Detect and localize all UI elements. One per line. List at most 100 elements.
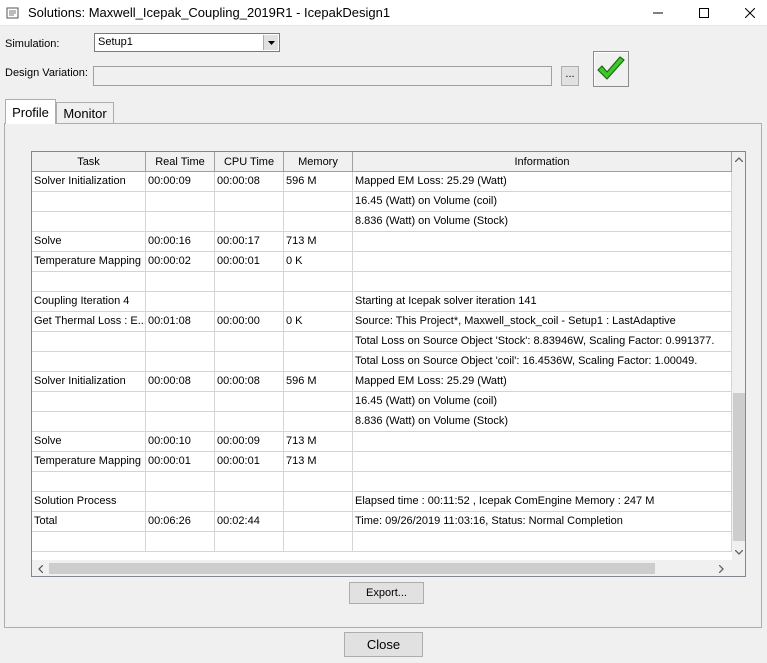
cell-real-time: 00:01:08 bbox=[146, 312, 215, 332]
cell-real-time: 00:00:01 bbox=[146, 452, 215, 472]
chevron-down-icon bbox=[267, 40, 275, 45]
horizontal-scrollbar[interactable] bbox=[32, 560, 732, 576]
table-row[interactable]: Total Loss on Source Object 'coil': 16.4… bbox=[32, 352, 732, 372]
cell-task: Temperature Mapping bbox=[32, 452, 146, 472]
cell-cpu-time bbox=[215, 532, 284, 552]
vertical-scrollbar[interactable] bbox=[732, 152, 745, 560]
maximize-button[interactable] bbox=[681, 0, 727, 26]
cell-information bbox=[353, 432, 732, 452]
cell-memory bbox=[284, 352, 353, 372]
cell-task bbox=[32, 192, 146, 212]
table-row[interactable]: 8.836 (Watt) on Volume (Stock) bbox=[32, 212, 732, 232]
cell-task bbox=[32, 472, 146, 492]
table-row[interactable]: Temperature Mapping 00:00:01 00:00:01 713 M bbox=[32, 452, 732, 472]
table-row[interactable]: 16.45 (Watt) on Volume (coil) bbox=[32, 192, 732, 212]
cell-memory bbox=[284, 332, 353, 352]
cell-task bbox=[32, 352, 146, 372]
cell-memory bbox=[284, 512, 353, 532]
cell-task: Temperature Mapping bbox=[32, 252, 146, 272]
table-row[interactable]: Solver Initialization 00:00:08 00:00:08 596… bbox=[32, 372, 732, 392]
cell-task bbox=[32, 412, 146, 432]
close-window-button[interactable] bbox=[727, 0, 767, 26]
cell-cpu-time bbox=[215, 392, 284, 412]
column-header-task[interactable]: Task bbox=[32, 152, 146, 172]
cell-memory bbox=[284, 192, 353, 212]
cell-information: 8.836 (Watt) on Volume (Stock) bbox=[353, 412, 732, 432]
cell-cpu-time: 00:00:17 bbox=[215, 232, 284, 252]
cell-cpu-time bbox=[215, 212, 284, 232]
cell-task bbox=[32, 532, 146, 552]
cell-cpu-time: 00:00:01 bbox=[215, 252, 284, 272]
cell-cpu-time bbox=[215, 292, 284, 312]
table-row[interactable]: Total Loss on Source Object 'Stock': 8.8… bbox=[32, 332, 732, 352]
vertical-scroll-thumb[interactable] bbox=[733, 393, 745, 541]
tab-profile[interactable]: Profile bbox=[5, 99, 56, 124]
cell-memory bbox=[284, 272, 353, 292]
cell-information: Elapsed time : 00:11:52 , Icepak ComEngi… bbox=[353, 492, 732, 512]
table-row[interactable]: Solve 00:00:16 00:00:17 713 M bbox=[32, 232, 732, 252]
cell-cpu-time bbox=[215, 352, 284, 372]
cell-real-time bbox=[146, 532, 215, 552]
column-header-information[interactable]: Information bbox=[353, 152, 732, 172]
table-row[interactable]: Total 00:06:26 00:02:44 Time: 09/26/2019 11… bbox=[32, 512, 732, 532]
cell-memory: 713 M bbox=[284, 432, 353, 452]
dropdown-button[interactable] bbox=[263, 35, 278, 50]
table-row[interactable]: Solver Initialization 00:00:09 00:00:08 596… bbox=[32, 172, 732, 192]
column-header-memory[interactable]: Memory bbox=[284, 152, 353, 172]
scroll-down-button[interactable] bbox=[732, 545, 745, 559]
cell-task: Solver Initialization bbox=[32, 172, 146, 192]
chevron-down-icon bbox=[735, 549, 743, 555]
tab-monitor[interactable]: Monitor bbox=[56, 102, 114, 124]
column-header-cpu-time[interactable]: CPU Time bbox=[215, 152, 284, 172]
minimize-button[interactable] bbox=[635, 0, 681, 26]
table-body: Solver Initialization 00:00:09 00:00:08 596… bbox=[32, 172, 732, 552]
cell-real-time bbox=[146, 192, 215, 212]
table-row[interactable] bbox=[32, 532, 732, 552]
column-header-real-time[interactable]: Real Time bbox=[146, 152, 215, 172]
chevron-left-icon bbox=[38, 564, 43, 573]
table-row[interactable]: Coupling Iteration 4 Starting at Icepak s… bbox=[32, 292, 732, 312]
design-variation-browse-button[interactable]: ... bbox=[561, 66, 579, 86]
cell-cpu-time bbox=[215, 472, 284, 492]
table-row[interactable]: 8.836 (Watt) on Volume (Stock) bbox=[32, 412, 732, 432]
cell-cpu-time: 00:02:44 bbox=[215, 512, 284, 532]
table-row[interactable]: Temperature Mapping 00:00:02 00:00:01 0 K bbox=[32, 252, 732, 272]
cell-real-time: 00:00:16 bbox=[146, 232, 215, 252]
close-button[interactable]: Close bbox=[344, 632, 423, 657]
cell-memory bbox=[284, 532, 353, 552]
cell-memory bbox=[284, 492, 353, 512]
cell-real-time bbox=[146, 272, 215, 292]
cell-cpu-time bbox=[215, 492, 284, 512]
table-row[interactable] bbox=[32, 472, 732, 492]
cell-real-time bbox=[146, 292, 215, 312]
table-row[interactable]: Get Thermal Loss : E... 00:01:08 00:00:00 0… bbox=[32, 312, 732, 332]
cell-real-time bbox=[146, 332, 215, 352]
cell-memory: 596 M bbox=[284, 172, 353, 192]
table-row[interactable]: Solution Process Elapsed time : 00:11:52 … bbox=[32, 492, 732, 512]
table-row[interactable] bbox=[32, 272, 732, 292]
table-row[interactable]: Solve 00:00:10 00:00:09 713 M bbox=[32, 432, 732, 452]
window-title: Solutions: Maxwell_Icepak_Coupling_2019R… bbox=[28, 5, 391, 20]
close-icon bbox=[745, 8, 755, 18]
cell-cpu-time bbox=[215, 272, 284, 292]
maximize-icon bbox=[699, 8, 709, 18]
cell-information: 16.45 (Watt) on Volume (coil) bbox=[353, 192, 732, 212]
cell-task: Solve bbox=[32, 432, 146, 452]
scroll-left-button[interactable] bbox=[32, 560, 49, 576]
export-button[interactable]: Export... bbox=[349, 582, 424, 604]
cell-cpu-time: 00:00:08 bbox=[215, 372, 284, 392]
scroll-right-button[interactable] bbox=[713, 560, 730, 576]
scroll-up-button[interactable] bbox=[732, 152, 745, 166]
cell-real-time bbox=[146, 492, 215, 512]
cell-task bbox=[32, 212, 146, 232]
design-variation-field[interactable] bbox=[93, 66, 552, 86]
simulation-select[interactable]: Setup1 bbox=[94, 33, 280, 52]
horizontal-scroll-thumb[interactable] bbox=[49, 563, 655, 574]
cell-task: Get Thermal Loss : E... bbox=[32, 312, 146, 332]
cell-task: Solver Initialization bbox=[32, 372, 146, 392]
table-row[interactable]: 16.45 (Watt) on Volume (coil) bbox=[32, 392, 732, 412]
cell-task: Solution Process bbox=[32, 492, 146, 512]
cell-real-time: 00:00:10 bbox=[146, 432, 215, 452]
status-check-button[interactable] bbox=[593, 51, 629, 87]
cell-real-time: 00:00:09 bbox=[146, 172, 215, 192]
